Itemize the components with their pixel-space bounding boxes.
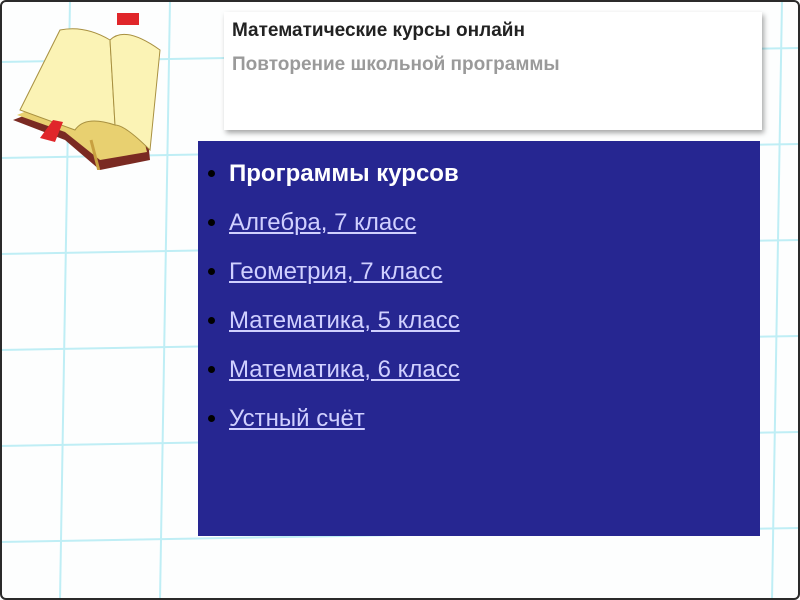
- list-item: Математика, 5 класс: [198, 296, 460, 345]
- bullet-icon: [208, 268, 215, 275]
- list-heading: Программы курсов: [198, 149, 460, 198]
- list-item: Устный счёт: [198, 394, 460, 443]
- title-card: Математические курсы онлайн Повторение ш…: [224, 12, 762, 130]
- course-list: Программы курсов Алгебра, 7 класс Геомет…: [198, 149, 460, 443]
- open-book-icon: [13, 13, 161, 170]
- bullet-icon: [208, 366, 215, 373]
- course-link-math-6[interactable]: Математика, 6 класс: [229, 356, 460, 384]
- bullet-icon: [208, 219, 215, 226]
- course-list-heading: Программы курсов: [229, 159, 459, 187]
- page-title: Математические курсы онлайн: [232, 20, 525, 41]
- page-subtitle: Повторение школьной программы: [232, 54, 560, 75]
- bullet-icon: [208, 170, 215, 177]
- course-link-geometry-7[interactable]: Геометрия, 7 класс: [229, 258, 442, 286]
- list-item: Математика, 6 класс: [198, 345, 460, 394]
- list-item: Алгебра, 7 класс: [198, 198, 460, 247]
- course-link-math-5[interactable]: Математика, 5 класс: [229, 307, 460, 335]
- course-link-mental-math[interactable]: Устный счёт: [229, 405, 365, 433]
- list-item: Геометрия, 7 класс: [198, 247, 460, 296]
- course-list-panel: Программы курсов Алгебра, 7 класс Геомет…: [198, 141, 760, 536]
- course-link-algebra-7[interactable]: Алгебра, 7 класс: [229, 209, 416, 237]
- bullet-icon: [208, 415, 215, 422]
- bullet-icon: [208, 317, 215, 324]
